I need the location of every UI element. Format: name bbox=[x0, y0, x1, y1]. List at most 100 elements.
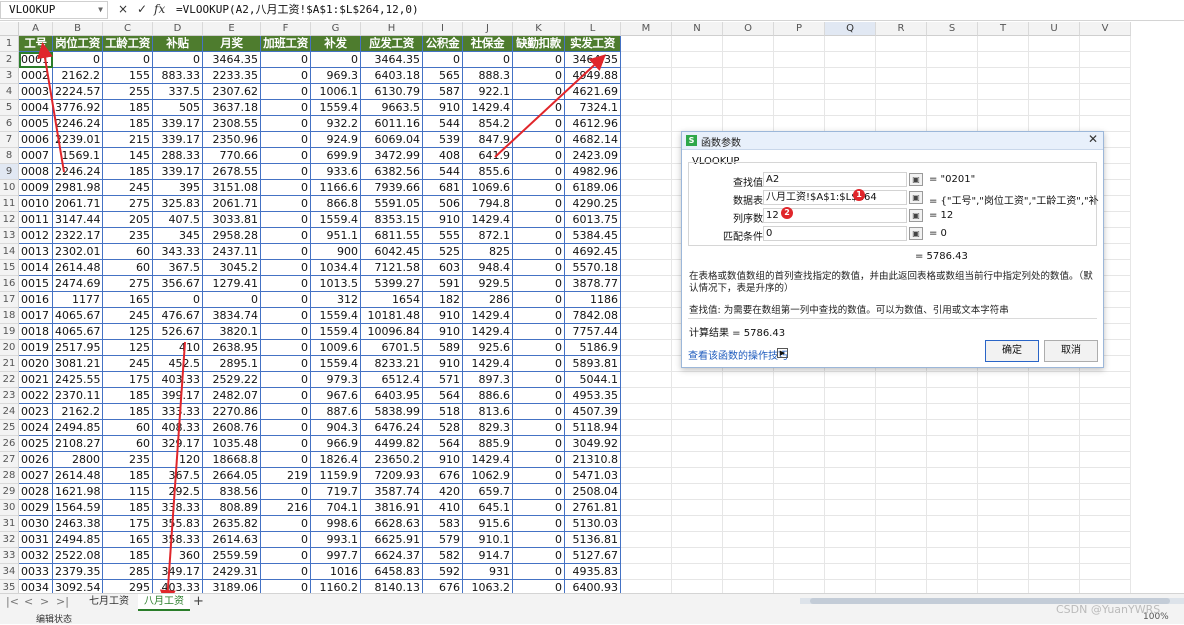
row-header[interactable]: 2 bbox=[0, 52, 19, 68]
table-cell[interactable]: 979.3 bbox=[311, 372, 361, 388]
table-cell[interactable]: 4290.25 bbox=[565, 196, 621, 212]
table-cell[interactable]: 0 bbox=[261, 564, 311, 580]
table-cell[interactable]: 476.67 bbox=[153, 308, 203, 324]
row-header[interactable]: 3 bbox=[0, 68, 19, 84]
table-cell[interactable]: 925.6 bbox=[463, 340, 513, 356]
table-cell[interactable]: 0 bbox=[423, 52, 463, 68]
empty-cell[interactable] bbox=[672, 484, 723, 500]
empty-cell[interactable] bbox=[774, 388, 825, 404]
next-sheet-icon[interactable]: > bbox=[40, 595, 49, 608]
table-cell[interactable]: 7209.93 bbox=[361, 468, 423, 484]
table-cell[interactable]: 0017 bbox=[19, 308, 53, 324]
empty-cell[interactable] bbox=[672, 548, 723, 564]
empty-cell[interactable] bbox=[876, 468, 927, 484]
empty-cell[interactable] bbox=[1080, 484, 1131, 500]
table-cell[interactable]: 5186.9 bbox=[565, 340, 621, 356]
table-cell[interactable]: 564 bbox=[423, 436, 463, 452]
table-cell[interactable]: 0 bbox=[261, 260, 311, 276]
empty-cell[interactable] bbox=[672, 68, 723, 84]
table-cell[interactable]: 528 bbox=[423, 420, 463, 436]
table-cell[interactable]: 3820.1 bbox=[203, 324, 261, 340]
empty-cell[interactable] bbox=[1029, 404, 1080, 420]
header-cell[interactable]: 应发工资 bbox=[361, 36, 423, 52]
table-cell[interactable]: 2429.31 bbox=[203, 564, 261, 580]
empty-cell[interactable] bbox=[978, 468, 1029, 484]
table-cell[interactable]: 2508.04 bbox=[565, 484, 621, 500]
empty-cell[interactable] bbox=[1080, 548, 1131, 564]
table-cell[interactable]: 3637.18 bbox=[203, 100, 261, 116]
empty-cell[interactable] bbox=[1080, 452, 1131, 468]
table-cell[interactable]: 185 bbox=[103, 164, 153, 180]
row-header[interactable]: 8 bbox=[0, 148, 19, 164]
table-cell[interactable]: 0 bbox=[261, 356, 311, 372]
table-cell[interactable]: 185 bbox=[103, 388, 153, 404]
table-cell[interactable]: 0 bbox=[513, 356, 565, 372]
empty-cell[interactable] bbox=[672, 84, 723, 100]
table-cell[interactable]: 582 bbox=[423, 548, 463, 564]
table-cell[interactable]: 356.67 bbox=[153, 276, 203, 292]
empty-cell[interactable] bbox=[1029, 36, 1080, 52]
table-cell[interactable]: 0016 bbox=[19, 292, 53, 308]
table-cell[interactable]: 275 bbox=[103, 276, 153, 292]
table-cell[interactable]: 339.17 bbox=[153, 116, 203, 132]
table-cell[interactable]: 0 bbox=[261, 516, 311, 532]
row-header[interactable]: 21 bbox=[0, 356, 19, 372]
table-cell[interactable]: 0021 bbox=[19, 372, 53, 388]
table-cell[interactable]: 5136.81 bbox=[565, 532, 621, 548]
table-cell[interactable]: 0 bbox=[513, 84, 565, 100]
empty-cell[interactable] bbox=[774, 68, 825, 84]
table-cell[interactable]: 8233.21 bbox=[361, 356, 423, 372]
table-cell[interactable]: 4692.45 bbox=[565, 244, 621, 260]
table-cell[interactable]: 2322.17 bbox=[53, 228, 103, 244]
table-cell[interactable]: 185 bbox=[103, 100, 153, 116]
table-cell[interactable]: 2529.22 bbox=[203, 372, 261, 388]
table-cell[interactable]: 7939.66 bbox=[361, 180, 423, 196]
column-header-b[interactable]: B bbox=[53, 22, 103, 36]
empty-cell[interactable] bbox=[621, 68, 672, 84]
empty-cell[interactable] bbox=[927, 564, 978, 580]
range-select-icon[interactable]: ▣ bbox=[909, 209, 923, 222]
table-cell[interactable]: 0 bbox=[261, 404, 311, 420]
table-cell[interactable]: 1654 bbox=[361, 292, 423, 308]
table-cell[interactable]: 539 bbox=[423, 132, 463, 148]
table-cell[interactable]: 0005 bbox=[19, 116, 53, 132]
empty-cell[interactable] bbox=[978, 388, 1029, 404]
empty-cell[interactable] bbox=[672, 372, 723, 388]
table-cell[interactable]: 808.89 bbox=[203, 500, 261, 516]
empty-cell[interactable] bbox=[876, 100, 927, 116]
table-cell[interactable]: 408 bbox=[423, 148, 463, 164]
empty-cell[interactable] bbox=[672, 52, 723, 68]
table-cell[interactable]: 3776.92 bbox=[53, 100, 103, 116]
header-cell[interactable]: 工号 bbox=[19, 36, 53, 52]
table-cell[interactable]: 0 bbox=[153, 52, 203, 68]
empty-cell[interactable] bbox=[825, 500, 876, 516]
table-cell[interactable]: 0 bbox=[513, 244, 565, 260]
sheet-tab-july[interactable]: 七月工资 bbox=[80, 594, 138, 611]
empty-cell[interactable] bbox=[1029, 452, 1080, 468]
empty-cell[interactable] bbox=[876, 516, 927, 532]
cancel-formula-icon[interactable]: × bbox=[118, 2, 128, 16]
table-cell[interactable]: 1429.4 bbox=[463, 212, 513, 228]
empty-cell[interactable] bbox=[927, 84, 978, 100]
table-cell[interactable]: 339.17 bbox=[153, 132, 203, 148]
empty-cell[interactable] bbox=[723, 420, 774, 436]
table-cell[interactable]: 0001 bbox=[19, 52, 53, 68]
range-select-icon[interactable]: ▣ bbox=[909, 173, 923, 186]
table-cell[interactable]: 219 bbox=[261, 468, 311, 484]
table-cell[interactable]: 1564.59 bbox=[53, 500, 103, 516]
table-cell[interactable]: 0 bbox=[513, 500, 565, 516]
table-cell[interactable]: 813.6 bbox=[463, 404, 513, 420]
table-cell[interactable]: 2608.76 bbox=[203, 420, 261, 436]
table-cell[interactable]: 4612.96 bbox=[565, 116, 621, 132]
empty-cell[interactable] bbox=[621, 420, 672, 436]
empty-cell[interactable] bbox=[978, 532, 1029, 548]
table-cell[interactable]: 367.5 bbox=[153, 468, 203, 484]
table-cell[interactable]: 897.3 bbox=[463, 372, 513, 388]
table-cell[interactable]: 0022 bbox=[19, 388, 53, 404]
table-cell[interactable]: 2239.01 bbox=[53, 132, 103, 148]
table-cell[interactable]: 0 bbox=[261, 484, 311, 500]
empty-cell[interactable] bbox=[774, 36, 825, 52]
table-cell[interactable]: 0 bbox=[261, 436, 311, 452]
table-cell[interactable]: 2981.98 bbox=[53, 180, 103, 196]
table-cell[interactable]: 1069.6 bbox=[463, 180, 513, 196]
